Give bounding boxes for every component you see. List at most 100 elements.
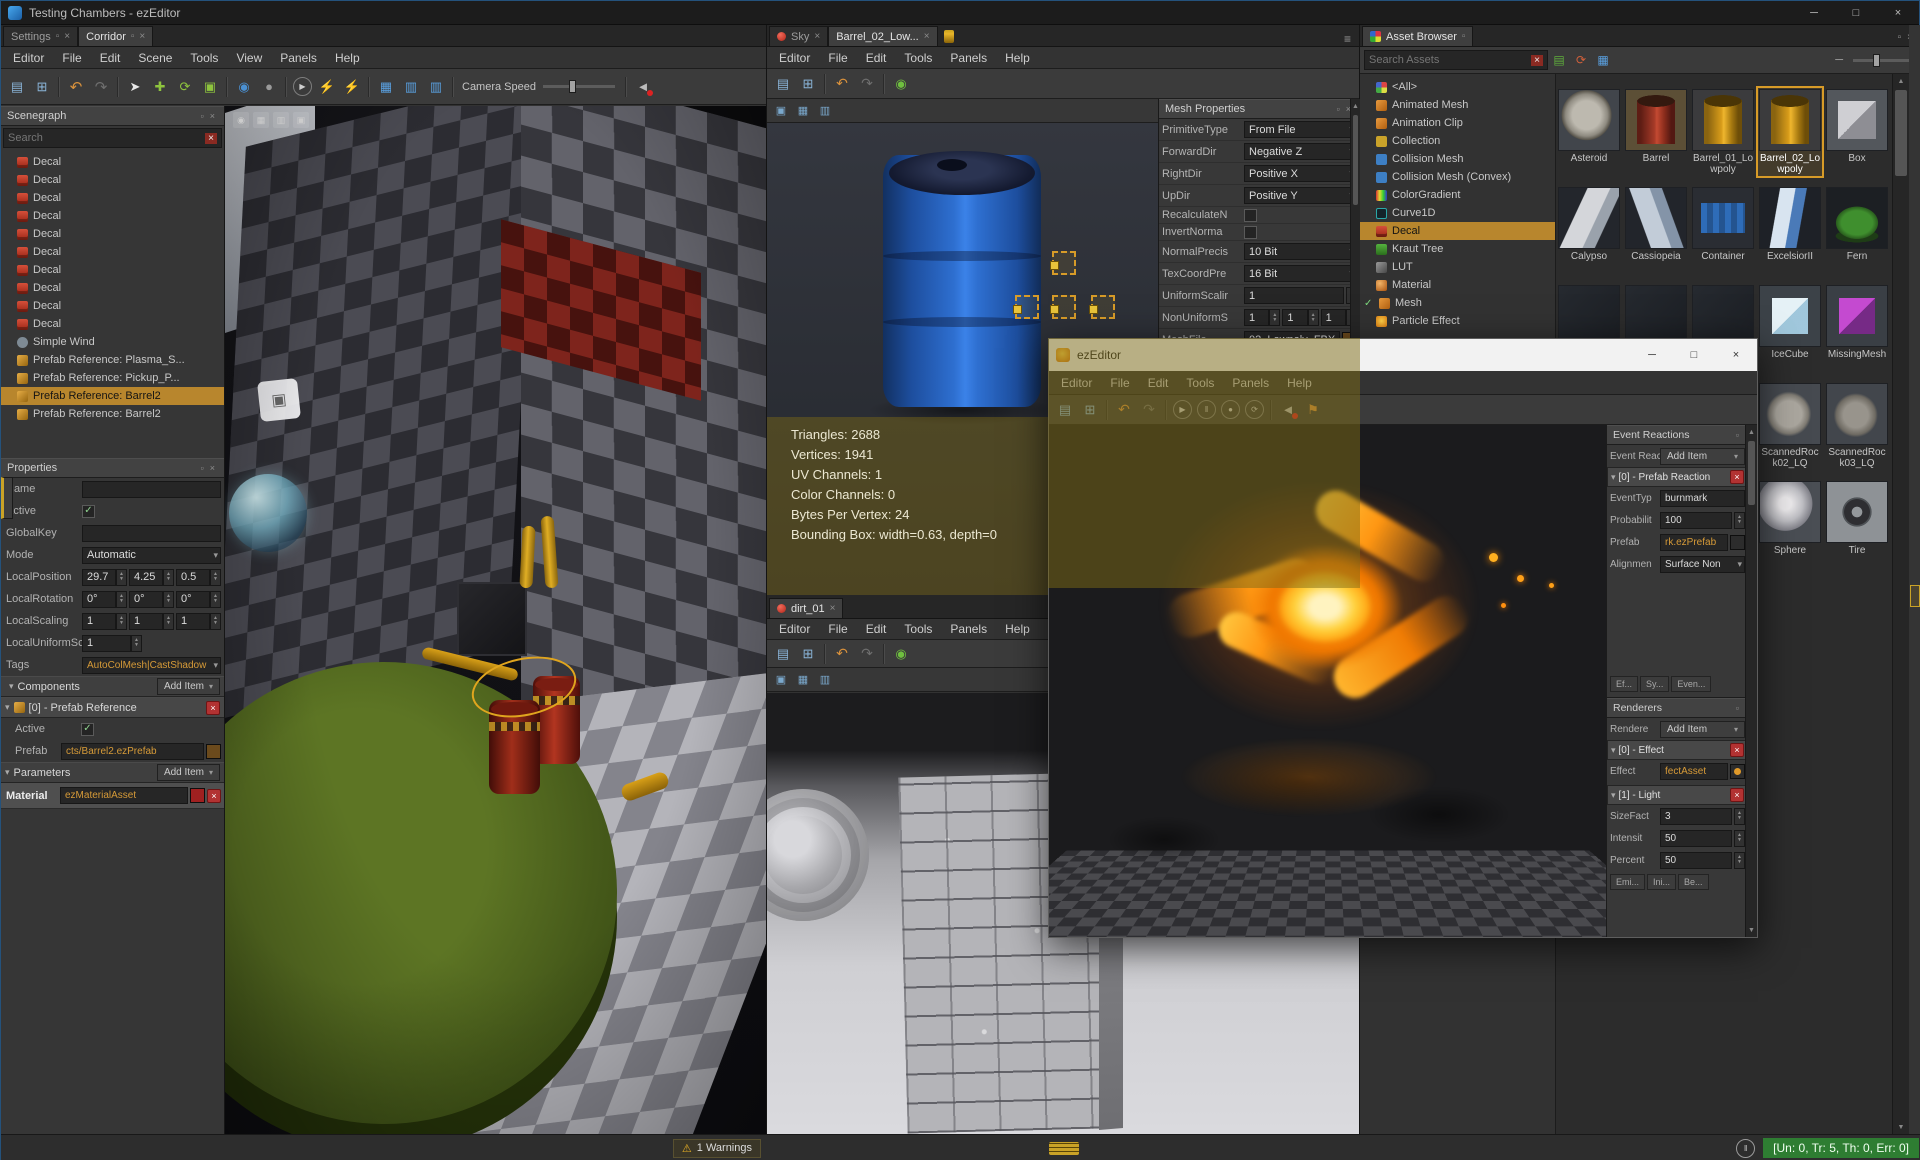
up-dir-dropdown[interactable]: Positive Y (1244, 187, 1357, 204)
tree-item-decal[interactable]: Decal (1, 225, 224, 243)
tree-item-all[interactable]: <All> (1360, 78, 1555, 96)
menu-tools[interactable]: Tools (895, 619, 941, 639)
menu-help[interactable]: Help (326, 48, 369, 68)
asset-item[interactable]: Asteroid (1557, 88, 1621, 165)
float-icon[interactable]: ▫ (198, 111, 207, 121)
add-component-button[interactable]: Add Item (156, 678, 220, 695)
normal-precision-dropdown[interactable]: 10 Bit (1244, 243, 1357, 260)
layout-icon[interactable]: ▥ (273, 112, 289, 128)
undo-icon[interactable]: ↶ (64, 75, 88, 99)
probability-input[interactable]: 100 (1660, 511, 1732, 529)
search-clear-icon[interactable]: × (205, 132, 217, 144)
nonuniform-z-input[interactable]: 1 (1320, 309, 1346, 326)
close-icon[interactable]: × (1877, 1, 1919, 24)
effect-browse-button[interactable] (1730, 763, 1745, 779)
nonuniform-x-stepper[interactable] (1269, 309, 1281, 326)
intensity-stepper[interactable] (1734, 829, 1745, 847)
float-icon[interactable]: ▫ (198, 463, 207, 473)
rotation-z-input[interactable]: 0° (176, 590, 210, 608)
menu-help[interactable]: Help (1278, 373, 1321, 393)
menu-editor[interactable]: Editor (770, 48, 819, 68)
grid-icon[interactable]: ▦ (374, 75, 398, 99)
close-icon[interactable]: × (830, 603, 836, 614)
asset-item[interactable]: IceCube (1758, 284, 1822, 361)
pin-icon[interactable]: ⚑ (1301, 398, 1325, 422)
scale-gizmo-icon[interactable]: ▣ (198, 75, 222, 99)
zoom-out-icon[interactable]: ─ (1835, 54, 1843, 66)
rotation-z-stepper[interactable] (210, 590, 221, 608)
menu-help[interactable]: Help (996, 48, 1039, 68)
material-color-swatch[interactable] (190, 788, 205, 803)
tree-item-decal[interactable]: Decal (1, 207, 224, 225)
panel-icon[interactable]: ▥ (815, 670, 835, 690)
nonuniform-y-stepper[interactable] (1307, 309, 1319, 326)
position-y-input[interactable]: 4.25 (129, 568, 163, 586)
add-parameter-button[interactable]: Add Item (156, 764, 220, 781)
menu-edit[interactable]: Edit (91, 48, 130, 68)
menu-view[interactable]: View (227, 48, 271, 68)
add-event-reaction-button[interactable]: Add Item (1660, 447, 1745, 465)
thumbnail-size-slider[interactable] (1853, 53, 1911, 67)
camera-icon[interactable]: ▣ (771, 101, 791, 121)
position-x-input[interactable]: 29.7 (82, 568, 116, 586)
particle-window-titlebar[interactable]: ezEditor ─ □ × (1049, 339, 1757, 371)
window-titlebar[interactable]: Testing Chambers - ezEditor ─ □ × (1, 1, 1919, 25)
uniform-scaling-stepper[interactable] (131, 634, 142, 652)
position-y-stepper[interactable] (163, 568, 174, 586)
close-icon[interactable]: × (814, 31, 820, 42)
translate-gizmo-icon[interactable]: ✚ (148, 75, 172, 99)
particle-panels-scrollbar[interactable] (1745, 425, 1757, 937)
perspective-icon[interactable]: ▦ (253, 112, 269, 128)
menu-panels[interactable]: Panels (271, 48, 326, 68)
dock-target-gizmo[interactable] (1050, 295, 1076, 319)
tree-item-material[interactable]: Material (1360, 276, 1555, 294)
asset-item-selected[interactable]: Barrel_02_Lowpoly (1756, 86, 1824, 178)
close-icon[interactable]: × (64, 31, 70, 42)
undo-icon[interactable]: ↶ (830, 642, 854, 666)
grid-icon[interactable]: ▦ (793, 670, 813, 690)
rotation-y-stepper[interactable] (163, 590, 174, 608)
eye-icon[interactable]: ◉ (889, 642, 913, 666)
tree-item-kraut-tree[interactable]: Kraut Tree (1360, 240, 1555, 258)
tab-effect[interactable]: Ef... (1610, 676, 1639, 692)
sphere-icon[interactable]: ● (257, 75, 281, 99)
warnings-badge[interactable]: ⚠ 1 Warnings (672, 1138, 761, 1158)
audio-icon[interactable]: ◄ (1276, 398, 1300, 422)
grid-icon[interactable]: ▦ (793, 101, 813, 121)
snap-panel-icon[interactable]: ▥ (399, 75, 423, 99)
event-type-input[interactable]: burnmark (1660, 489, 1745, 507)
tree-item-prefab-pickup[interactable]: Prefab Reference: Pickup_P... (1, 369, 224, 387)
particle-preview-viewport[interactable] (1049, 425, 1606, 937)
scaling-x-stepper[interactable] (116, 612, 127, 630)
tree-item-particle-effect[interactable]: Particle Effect (1360, 312, 1555, 330)
dock-target-gizmo[interactable] (1013, 295, 1039, 319)
screenshot-icon[interactable]: ▣ (293, 112, 309, 128)
nonuniform-y-input[interactable]: 1 (1282, 309, 1308, 326)
tree-item-colorgradient[interactable]: ColorGradient (1360, 186, 1555, 204)
component-active-checkbox[interactable]: ✓ (81, 722, 94, 736)
menu-help[interactable]: Help (996, 619, 1039, 639)
restart-icon[interactable]: ● (1221, 400, 1240, 419)
maximize-icon[interactable]: □ (1673, 339, 1715, 371)
tab-sky[interactable]: Sky × (769, 26, 829, 46)
play-game-bolt-icon[interactable]: ⚡ (340, 75, 364, 99)
reaction-prefab-input[interactable]: rk.ezPrefab (1660, 533, 1728, 551)
copy-icon[interactable]: ⊞ (30, 75, 54, 99)
camera-icon[interactable]: ▣ (771, 670, 791, 690)
menu-scene[interactable]: Scene (129, 48, 181, 68)
parameters-section-header[interactable]: ▾ Parameters Add Item (1, 762, 224, 783)
tree-item-decal[interactable]: Decal (1, 153, 224, 171)
maximize-icon[interactable]: □ (1835, 1, 1877, 24)
close-icon[interactable]: × (207, 463, 218, 473)
tab-corridor[interactable]: Corridor ▫ × (78, 26, 154, 46)
remove-icon[interactable]: × (1730, 470, 1744, 484)
tree-item-prefab-barrel2-selected[interactable]: Prefab Reference: Barrel2 (1, 387, 224, 405)
float-icon[interactable]: ▫ (1898, 32, 1902, 43)
scaling-z-stepper[interactable] (210, 612, 221, 630)
size-factor-stepper[interactable] (1734, 807, 1745, 825)
tree-item-prefab-barrel2[interactable]: Prefab Reference: Barrel2 (1, 405, 224, 423)
alignment-dropdown[interactable]: Surface Non (1660, 555, 1745, 573)
asset-item[interactable]: Barrel (1624, 88, 1688, 165)
save-icon[interactable]: ▤ (5, 75, 29, 99)
float-icon[interactable]: ▫ (56, 31, 60, 42)
